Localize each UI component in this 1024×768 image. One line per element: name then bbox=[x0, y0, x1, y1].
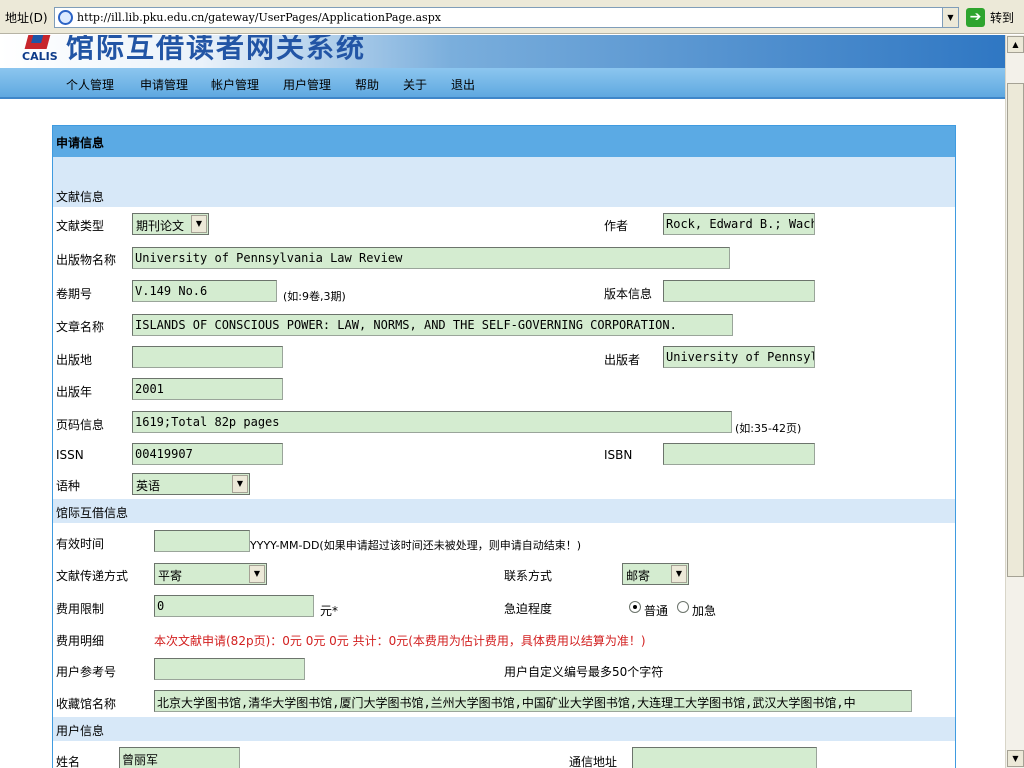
section-doc-info-label: 文献信息 bbox=[56, 190, 105, 204]
address-bar: 地址(D) http://ill.lib.pku.edu.cn/gateway/… bbox=[0, 0, 1024, 34]
urgency-label: 急迫程度 bbox=[504, 602, 553, 616]
section-doc-info: 文献信息 bbox=[53, 183, 955, 207]
scroll-down-button[interactable]: ▼ bbox=[1007, 750, 1024, 767]
application-panel: 申请信息 文献信息 文献类型 期刊论文 ▼ 作者 Rock, Edward B.… bbox=[52, 125, 956, 768]
panel-title: 申请信息 bbox=[56, 136, 105, 150]
edition-label: 版本信息 bbox=[604, 287, 653, 301]
url-dropdown-button[interactable]: ▼ bbox=[942, 7, 959, 28]
year-input[interactable]: 2001 bbox=[132, 378, 283, 400]
fee-detail-label: 费用明细 bbox=[56, 634, 105, 648]
section-ill-info: 馆际互借信息 bbox=[53, 499, 955, 523]
url-text: http://ill.lib.pku.edu.cn/gateway/UserPa… bbox=[77, 11, 441, 24]
pubname-label: 出版物名称 bbox=[56, 253, 117, 267]
pages-hint: (如:35-42页) bbox=[735, 422, 802, 435]
nav-logout[interactable]: 退出 bbox=[451, 76, 475, 93]
chevron-down-icon: ▼ bbox=[249, 565, 265, 583]
site-banner: CALIS 馆际互借读者网关系统 bbox=[0, 35, 1005, 68]
ref-label: 用户参考号 bbox=[56, 665, 117, 679]
issn-label: ISSN bbox=[56, 448, 84, 462]
fee-limit-input[interactable]: 0 bbox=[154, 595, 314, 617]
contact-value: 邮寄 bbox=[626, 569, 651, 583]
chevron-down-icon: ▼ bbox=[671, 565, 687, 583]
postal-address-label: 通信地址 bbox=[569, 755, 618, 768]
place-input[interactable] bbox=[132, 346, 283, 368]
name-input[interactable]: 曾丽军 bbox=[119, 747, 240, 768]
valid-time-label: 有效时间 bbox=[56, 537, 105, 551]
section-ill-info-label: 馆际互借信息 bbox=[56, 506, 129, 520]
nav-about[interactable]: 关于 bbox=[403, 76, 427, 93]
vertical-scrollbar[interactable]: ▲ ▼ bbox=[1005, 35, 1024, 768]
lang-value: 英语 bbox=[136, 479, 161, 493]
volume-label: 卷期号 bbox=[56, 287, 93, 301]
main-nav: 个人管理 申请管理 帐户管理 用户管理 帮助 关于 退出 bbox=[0, 68, 1005, 99]
doc-type-label: 文献类型 bbox=[56, 219, 105, 233]
scroll-up-button[interactable]: ▲ bbox=[1007, 36, 1024, 53]
valid-time-input[interactable] bbox=[154, 530, 250, 552]
ref-hint: 用户自定义编号最多50个字符 bbox=[504, 665, 664, 679]
calis-logo: CALIS bbox=[22, 35, 58, 65]
nav-users[interactable]: 用户管理 bbox=[283, 76, 331, 93]
pages-input[interactable]: 1619;Total 82p pages bbox=[132, 411, 732, 433]
postal-address-input[interactable] bbox=[632, 747, 817, 768]
place-label: 出版地 bbox=[56, 353, 93, 367]
urgency-urgent-label[interactable]: 加急 bbox=[692, 602, 716, 619]
author-label: 作者 bbox=[604, 219, 629, 233]
publisher-label: 出版者 bbox=[604, 353, 641, 367]
scroll-thumb[interactable] bbox=[1007, 83, 1024, 577]
fee-limit-label: 费用限制 bbox=[56, 602, 105, 616]
author-input[interactable]: Rock, Edward B.; Wach bbox=[663, 213, 815, 235]
isbn-input[interactable] bbox=[663, 443, 815, 465]
nav-requests[interactable]: 申请管理 bbox=[140, 76, 188, 93]
name-label: 姓名 bbox=[56, 755, 81, 768]
contact-label: 联系方式 bbox=[504, 569, 553, 583]
nav-account[interactable]: 帐户管理 bbox=[211, 76, 259, 93]
holding-label: 收藏馆名称 bbox=[56, 697, 117, 711]
pages-label: 页码信息 bbox=[56, 418, 105, 432]
section-user-info-label: 用户信息 bbox=[56, 724, 105, 738]
valid-time-hint: YYYY-MM-DD(如果申请超过该时间还未被处理，则申请自动结束！) bbox=[250, 539, 582, 552]
isbn-label: ISBN bbox=[604, 448, 633, 462]
edition-input[interactable] bbox=[663, 280, 815, 302]
nav-personal[interactable]: 个人管理 bbox=[66, 76, 114, 93]
ie-page-icon bbox=[58, 10, 73, 25]
doc-type-select[interactable]: 期刊论文 ▼ bbox=[132, 213, 209, 235]
chevron-down-icon: ▼ bbox=[232, 475, 248, 493]
site-title: 馆际互借读者网关系统 bbox=[66, 35, 367, 64]
contact-select[interactable]: 邮寄 ▼ bbox=[622, 563, 689, 585]
go-button[interactable]: 转到 bbox=[990, 9, 1014, 26]
fee-unit: 元* bbox=[320, 604, 339, 618]
volume-input[interactable]: V.149 No.6 bbox=[132, 280, 277, 302]
volume-hint: (如:9卷,3期) bbox=[283, 290, 346, 303]
chevron-down-icon: ▼ bbox=[191, 215, 207, 233]
article-label: 文章名称 bbox=[56, 320, 105, 334]
address-label: 地址(D) bbox=[5, 11, 48, 25]
urgency-normal-radio[interactable] bbox=[629, 601, 641, 613]
year-label: 出版年 bbox=[56, 385, 93, 399]
lang-label: 语种 bbox=[56, 479, 81, 493]
article-input[interactable]: ISLANDS OF CONSCIOUS POWER: LAW, NORMS, … bbox=[132, 314, 733, 336]
urgency-urgent-radio[interactable] bbox=[677, 601, 689, 613]
urgency-normal-label[interactable]: 普通 bbox=[644, 602, 668, 619]
url-input[interactable]: http://ill.lib.pku.edu.cn/gateway/UserPa… bbox=[54, 7, 958, 28]
logo-text: CALIS bbox=[22, 50, 58, 63]
fee-detail-value: 本次文献申请(82p页)：0元 0元 0元 共计：0元(本费用为估计费用，具体费… bbox=[154, 634, 646, 648]
issn-input[interactable]: 00419907 bbox=[132, 443, 283, 465]
delivery-label: 文献传递方式 bbox=[56, 569, 129, 583]
lang-select[interactable]: 英语 ▼ bbox=[132, 473, 250, 495]
pubname-input[interactable]: University of Pennsylvania Law Review bbox=[132, 247, 730, 269]
section-user-info: 用户信息 bbox=[53, 717, 955, 741]
publisher-input[interactable]: University of Pennsyl bbox=[663, 346, 815, 368]
blank-band bbox=[53, 157, 955, 183]
panel-header: 申请信息 bbox=[53, 126, 955, 157]
doc-type-value: 期刊论文 bbox=[136, 219, 185, 233]
ref-input[interactable] bbox=[154, 658, 305, 680]
delivery-select[interactable]: 平寄 ▼ bbox=[154, 563, 267, 585]
go-arrow-icon[interactable]: ➔ bbox=[966, 8, 985, 27]
holding-input[interactable]: 北京大学图书馆,清华大学图书馆,厦门大学图书馆,兰州大学图书馆,中国矿业大学图书… bbox=[154, 690, 912, 712]
delivery-value: 平寄 bbox=[158, 569, 183, 583]
nav-help[interactable]: 帮助 bbox=[355, 76, 379, 93]
